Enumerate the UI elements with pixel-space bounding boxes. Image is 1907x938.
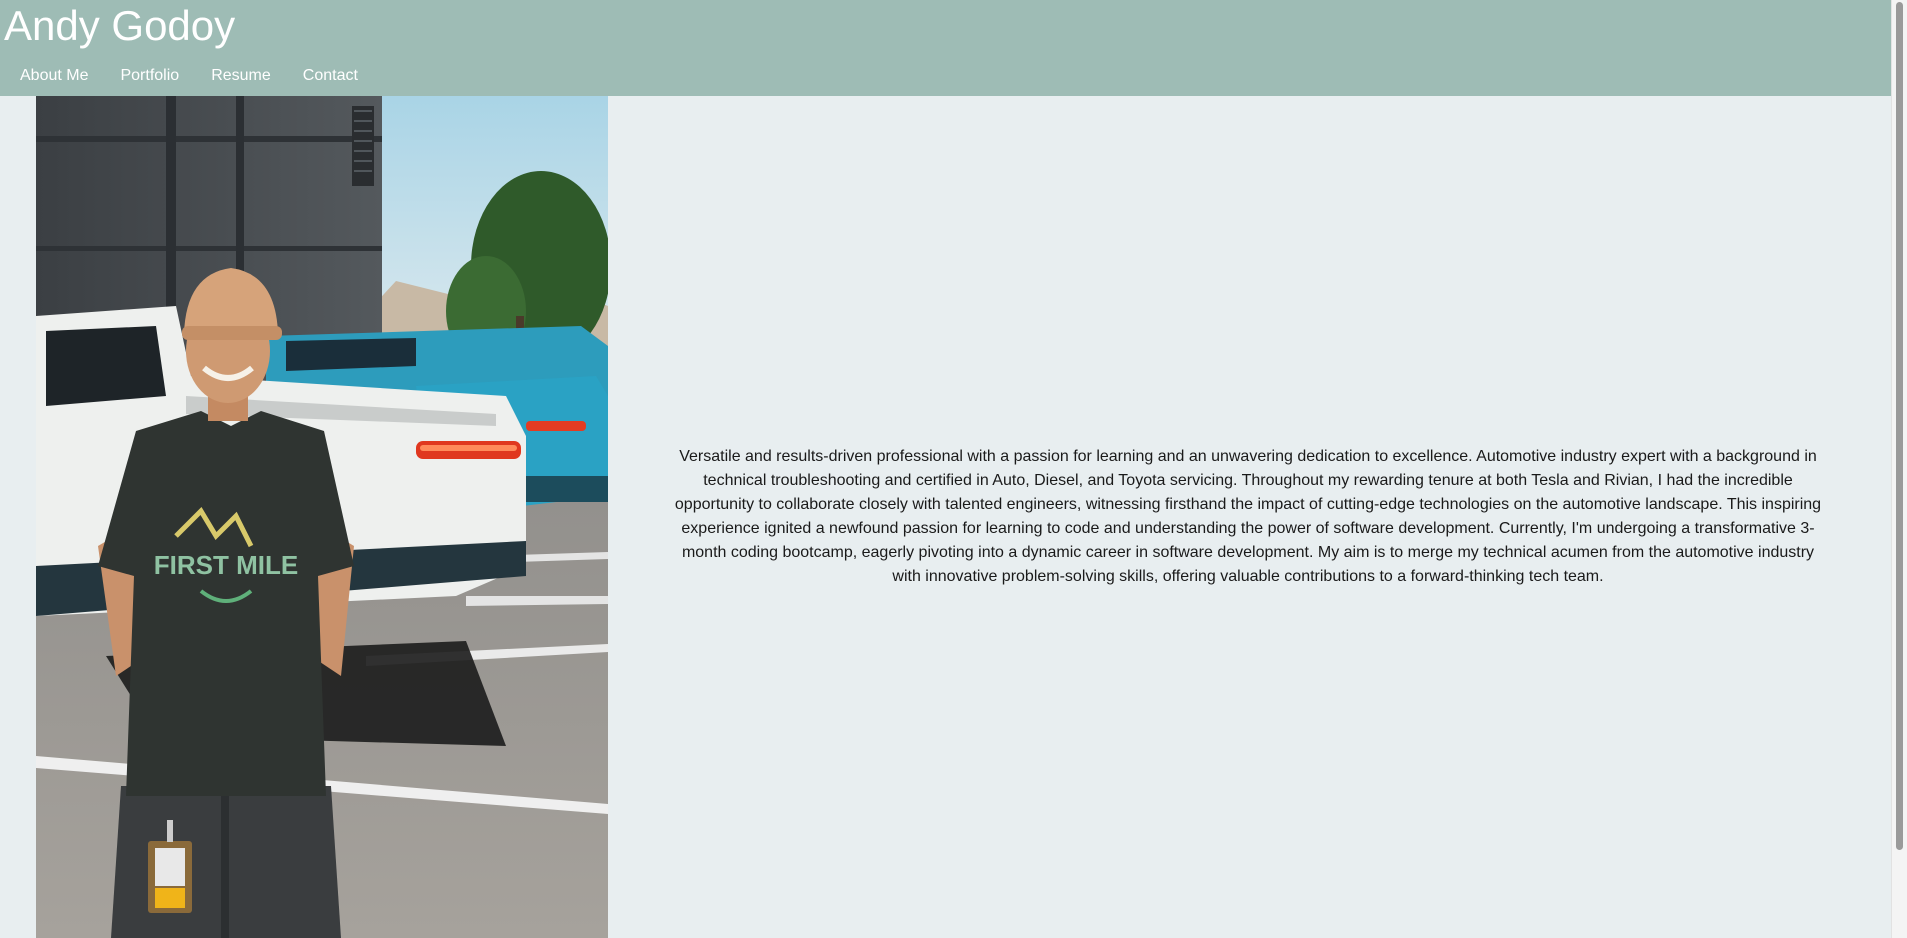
vertical-scrollbar[interactable]: [1891, 0, 1907, 938]
nav-link-portfolio[interactable]: Portfolio: [104, 65, 195, 87]
nav-link-resume[interactable]: Resume: [195, 65, 287, 87]
site-header: Andy Godoy About Me Portfolio Resume Con…: [0, 0, 1891, 96]
nav-link-about-me[interactable]: About Me: [4, 65, 104, 87]
profile-photo: FIRST MILE: [36, 96, 608, 938]
site-title: Andy Godoy: [4, 2, 236, 49]
bio-container: Versatile and results-driven professiona…: [648, 96, 1848, 938]
about-section: FIRST MILE Versatile and results-driven …: [0, 96, 1891, 938]
scrollbar-thumb[interactable]: [1896, 2, 1903, 850]
main-nav: About Me Portfolio Resume Contact: [4, 64, 374, 88]
svg-text:FIRST MILE: FIRST MILE: [154, 550, 298, 580]
bio-text: Versatile and results-driven professiona…: [674, 448, 1822, 585]
nav-link-contact[interactable]: Contact: [287, 65, 374, 87]
page: Andy Godoy About Me Portfolio Resume Con…: [0, 0, 1907, 938]
